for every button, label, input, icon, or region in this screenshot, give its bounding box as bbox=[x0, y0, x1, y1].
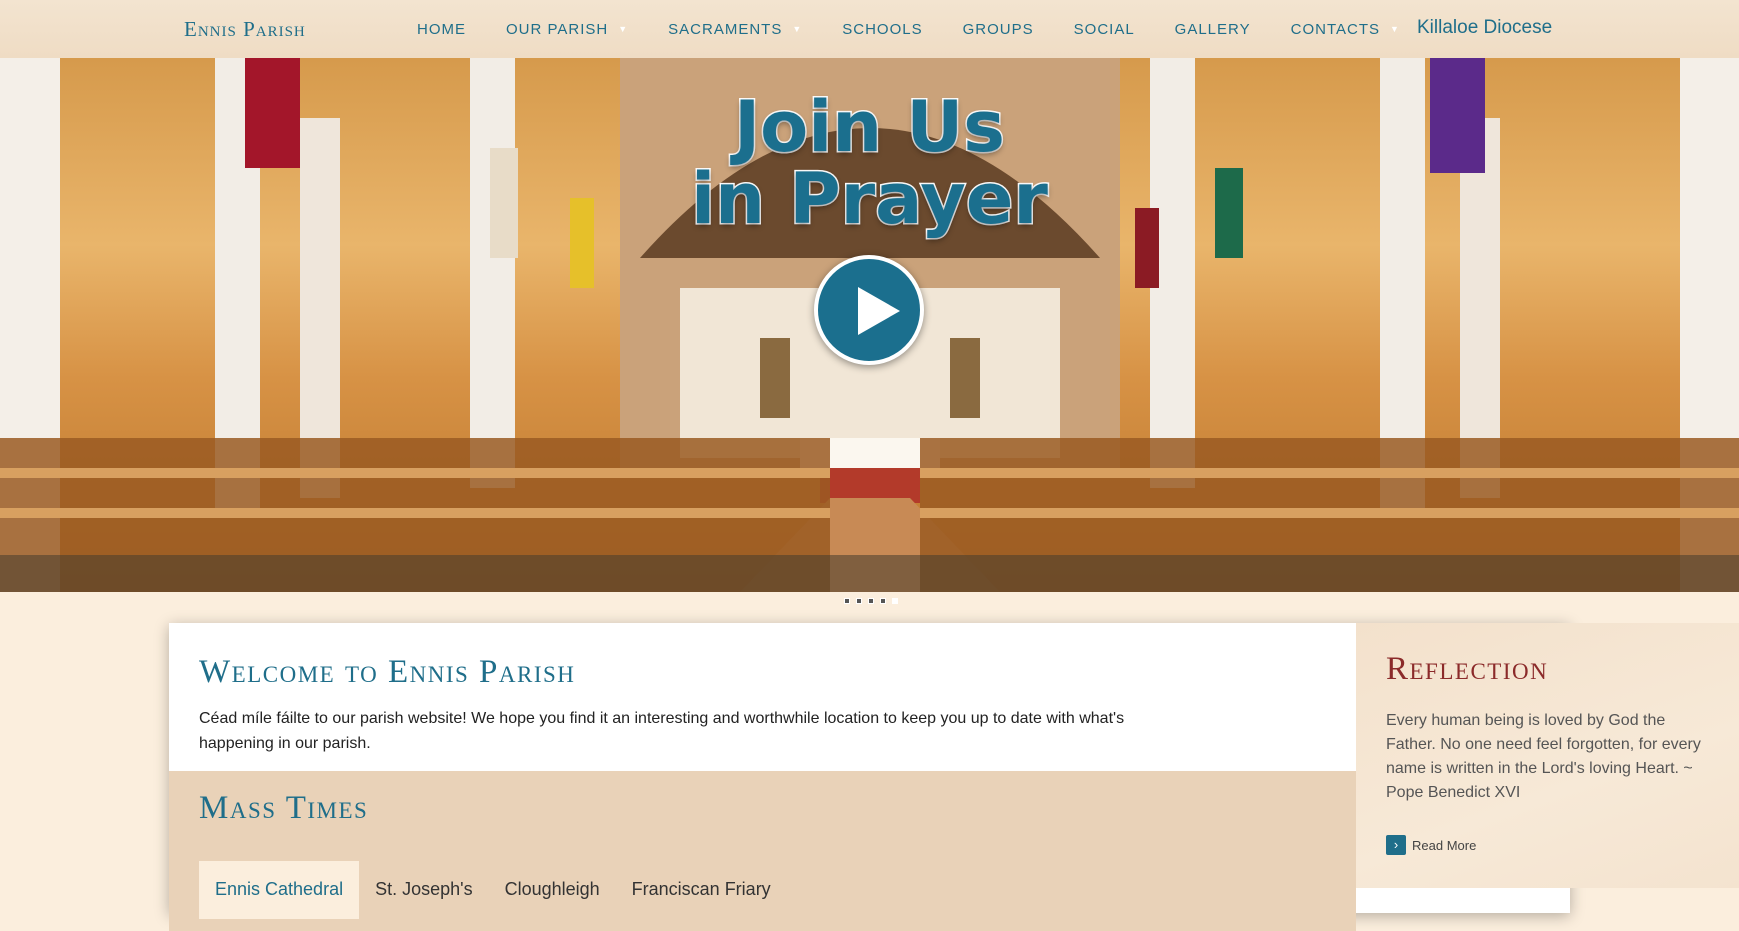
nav-label: SACRAMENTS bbox=[668, 20, 783, 38]
content-card: Welcome to Ennis Parish Céad míle fáilte… bbox=[169, 623, 1739, 931]
chevron-down-icon: ▼ bbox=[792, 24, 803, 34]
nav-schools[interactable]: SCHOOLS bbox=[842, 21, 922, 38]
read-more-link[interactable]: › Read More bbox=[1386, 835, 1476, 855]
statue bbox=[950, 338, 980, 418]
site-brand[interactable]: Ennis Parish bbox=[184, 17, 306, 42]
play-icon[interactable] bbox=[814, 255, 924, 365]
tab-cloughleigh[interactable]: Cloughleigh bbox=[489, 861, 616, 919]
mass-times-section: Mass Times Ennis Cathedral St. Joseph's … bbox=[169, 771, 1356, 931]
welcome-title: Welcome to Ennis Parish bbox=[199, 654, 576, 690]
slider-dot[interactable] bbox=[868, 598, 874, 604]
slider-dot-active[interactable] bbox=[892, 598, 898, 604]
pew-rail bbox=[920, 508, 1739, 518]
nav-label: SOCIAL bbox=[1073, 20, 1135, 38]
tab-st-josephs[interactable]: St. Joseph's bbox=[359, 861, 489, 919]
nav-contacts[interactable]: CONTACTS ▼ bbox=[1291, 21, 1400, 38]
nav-home[interactable]: HOME bbox=[417, 21, 466, 38]
mass-times-title: Mass Times bbox=[199, 790, 369, 826]
read-more-label: Read More bbox=[1412, 837, 1477, 853]
pew-rail bbox=[0, 468, 830, 478]
hero-title-line1: Join Us bbox=[733, 85, 1007, 170]
nav-our-parish[interactable]: OUR PARISH ▼ bbox=[506, 21, 628, 38]
nav-label: OUR PARISH bbox=[506, 20, 609, 38]
chevron-down-icon: ▼ bbox=[618, 24, 629, 34]
slider-dot[interactable] bbox=[880, 598, 886, 604]
statue bbox=[760, 338, 790, 418]
nav-gallery[interactable]: GALLERY bbox=[1175, 21, 1251, 38]
main-nav: HOME OUR PARISH ▼ SACRAMENTS ▼ SCHOOLS GRO… bbox=[417, 0, 1440, 58]
tab-ennis-cathedral[interactable]: Ennis Cathedral bbox=[199, 861, 360, 919]
reflection-text: Every human being is loved by God the Fa… bbox=[1386, 712, 1701, 801]
reflection-title: Reflection bbox=[1386, 651, 1549, 687]
slider-dot[interactable] bbox=[844, 598, 850, 604]
slider-pagination bbox=[844, 598, 904, 604]
top-navigation-bar: Ennis Parish HOME OUR PARISH ▼ SACRAMENTS… bbox=[0, 0, 1739, 58]
mass-times-tabs: Ennis Cathedral St. Joseph's Cloughleigh… bbox=[199, 861, 787, 919]
nav-groups[interactable]: GROUPS bbox=[963, 21, 1034, 38]
diocese-link[interactable]: Killaloe Diocese bbox=[1417, 17, 1552, 39]
welcome-text: Céad míle fáilte to our parish website! … bbox=[199, 710, 1125, 752]
nav-sacraments[interactable]: SACRAMENTS ▼ bbox=[668, 21, 802, 38]
pew-rail bbox=[0, 508, 830, 518]
hero-slider: Join Us in Prayer bbox=[0, 58, 1739, 592]
pew-rail bbox=[920, 468, 1739, 478]
nav-label: GROUPS bbox=[962, 20, 1034, 38]
chevron-right-icon: › bbox=[1386, 835, 1406, 855]
nav-label: GALLERY bbox=[1174, 20, 1251, 38]
nav-social[interactable]: SOCIAL bbox=[1074, 21, 1135, 38]
reflection-panel: Reflection Every human being is loved by… bbox=[1356, 623, 1739, 888]
slider-dot[interactable] bbox=[856, 598, 862, 604]
nav-label: SCHOOLS bbox=[842, 20, 923, 38]
tab-franciscan-friary[interactable]: Franciscan Friary bbox=[616, 861, 787, 919]
hero-title-line2: in Prayer bbox=[690, 157, 1050, 242]
nav-label: CONTACTS bbox=[1290, 20, 1380, 38]
altar-carpet bbox=[820, 468, 920, 503]
nav-label: HOME bbox=[417, 20, 466, 38]
chevron-down-icon: ▼ bbox=[1390, 24, 1400, 34]
hero-caption-strip bbox=[0, 555, 1739, 592]
